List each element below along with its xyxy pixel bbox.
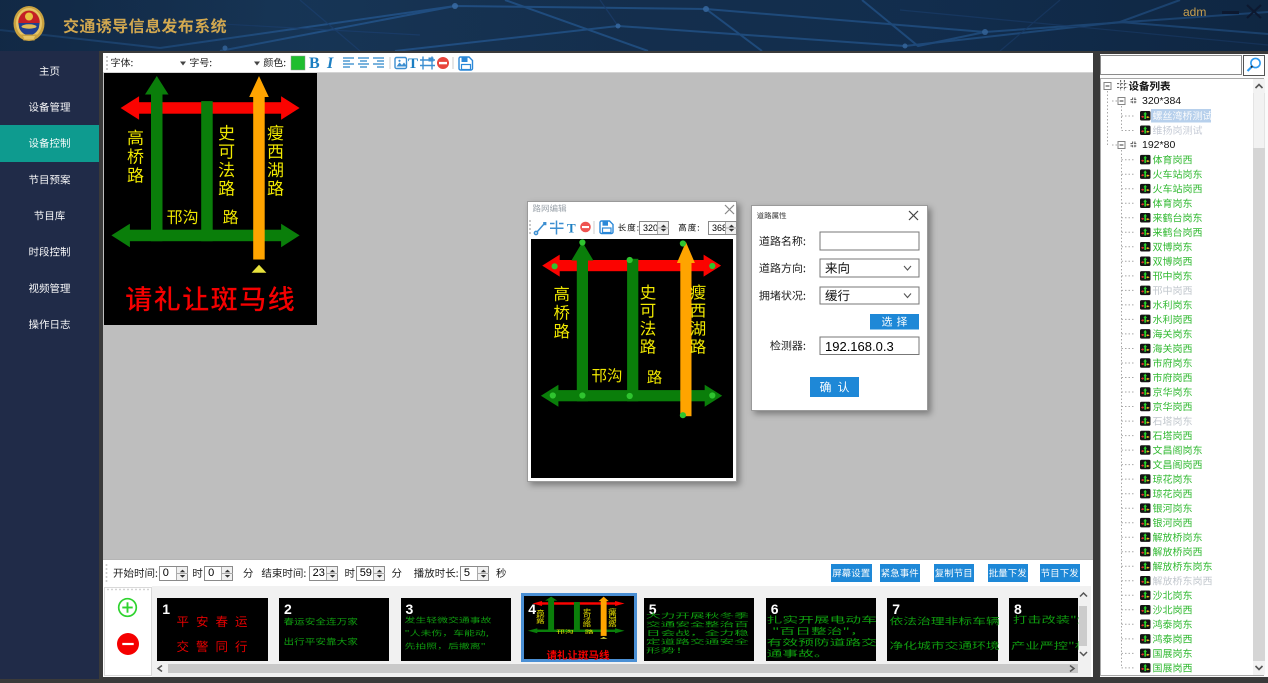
svg-text:I: I bbox=[326, 55, 334, 72]
svg-text:B: B bbox=[309, 55, 320, 72]
svg-text:T: T bbox=[408, 56, 418, 72]
svg-text:192.168.0.3: 192.168.0.3 bbox=[825, 339, 894, 354]
svg-text:T: T bbox=[567, 221, 576, 236]
